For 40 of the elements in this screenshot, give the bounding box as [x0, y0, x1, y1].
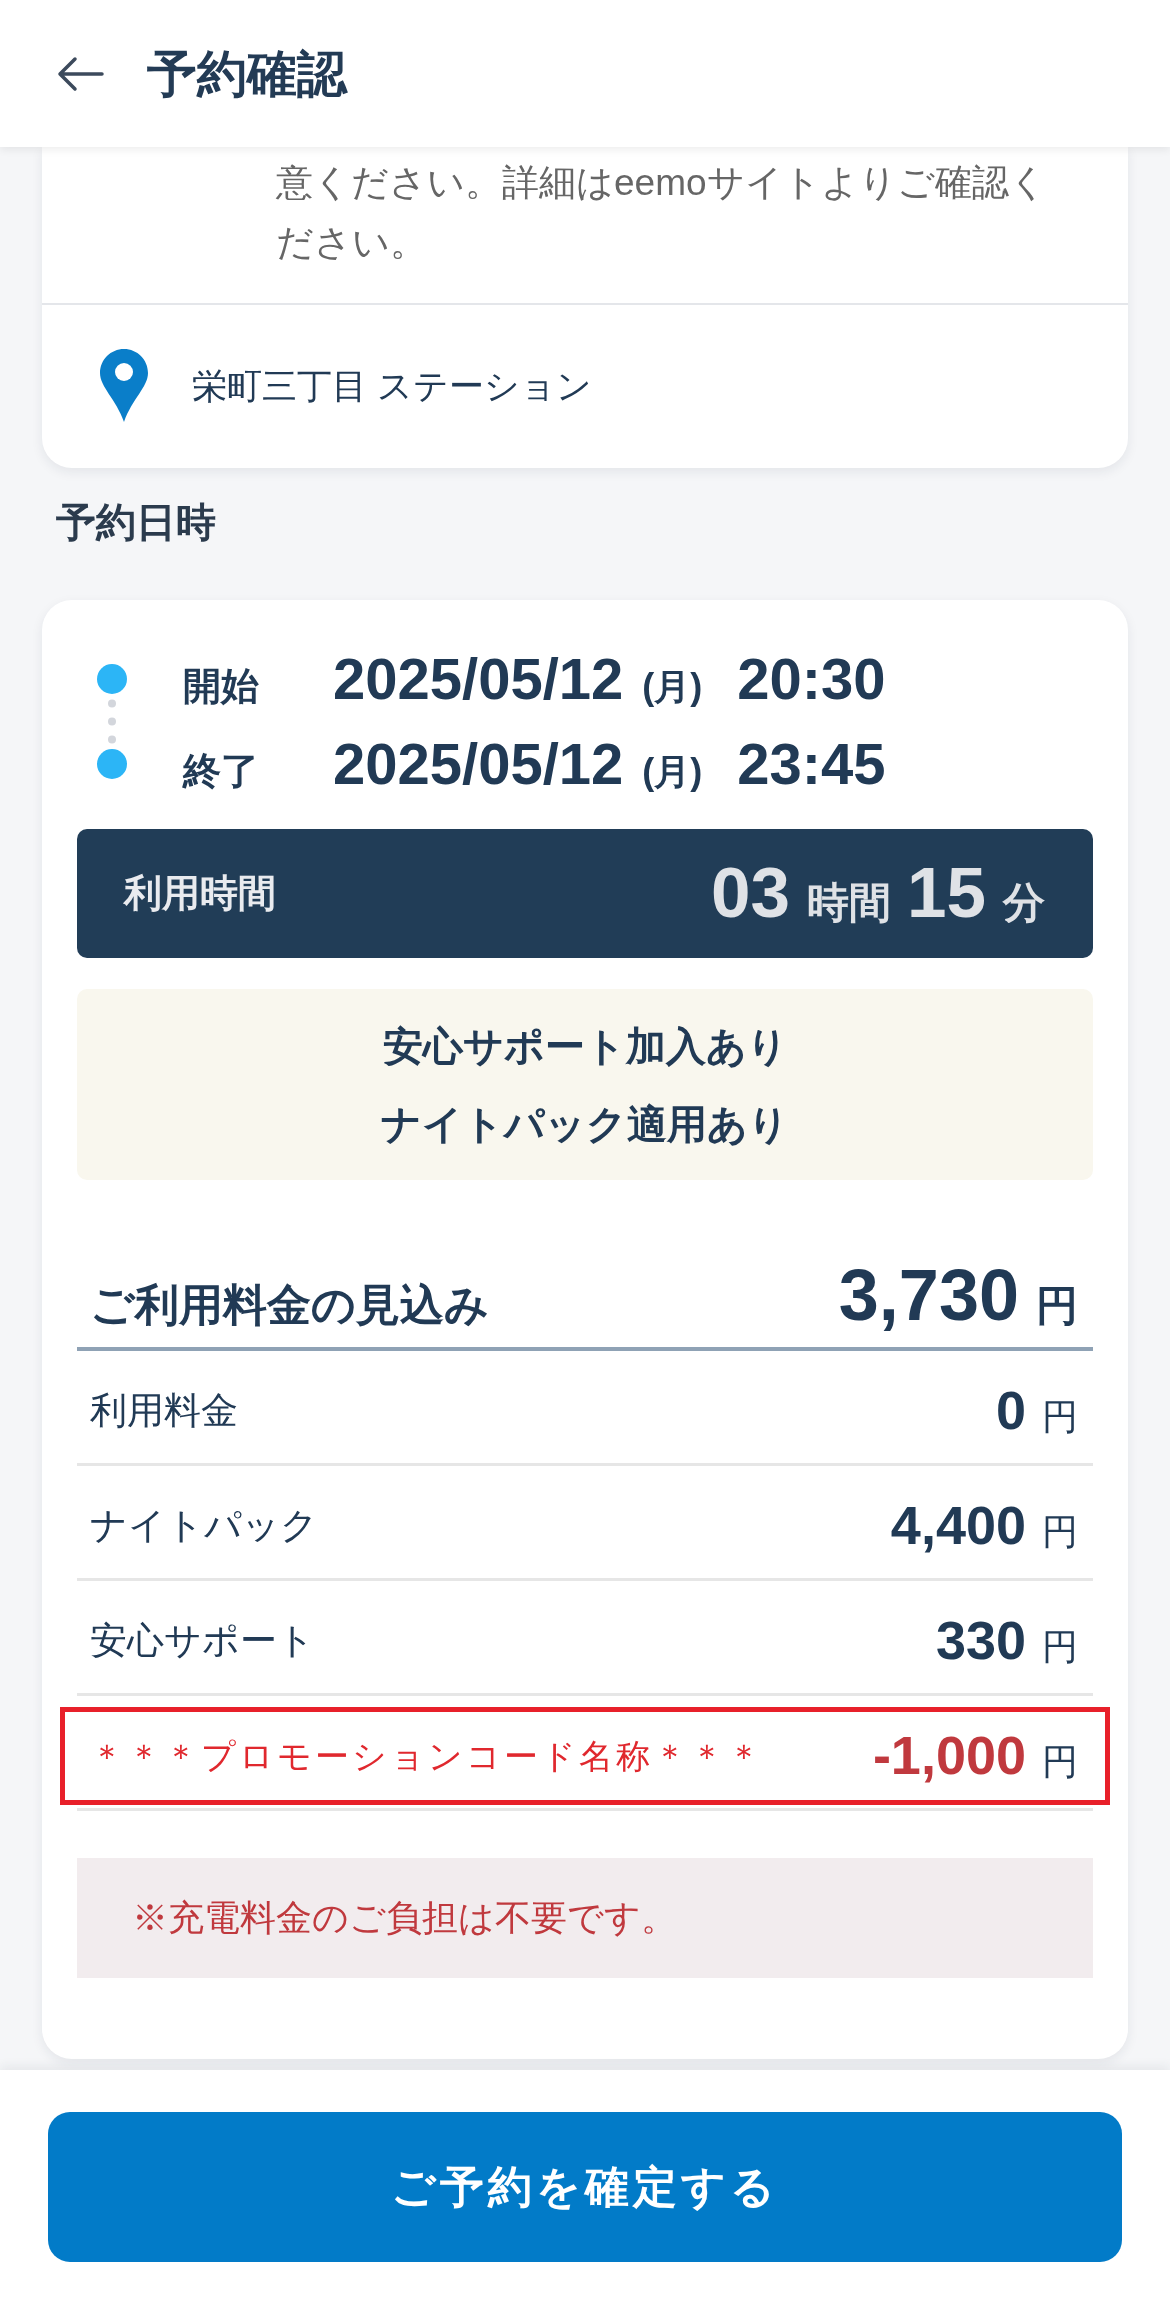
minutes-value: 15: [907, 854, 986, 933]
minutes-unit: 分: [1003, 880, 1045, 927]
duration-label: 利用時間: [124, 870, 276, 916]
time-text: 20:30: [737, 646, 886, 713]
currency-unit: 円: [1042, 1397, 1078, 1437]
currency-unit: 円: [1036, 1283, 1078, 1330]
hours-value: 03: [711, 854, 790, 933]
fee-label: ＊＊＊プロモーションコード名称＊＊＊: [90, 1735, 764, 1777]
currency-unit: 円: [1042, 1742, 1078, 1782]
fee-amount: -1,000: [872, 1726, 1026, 1786]
estimate-label: ご利用料金の見込み: [90, 1280, 489, 1331]
currency-unit: 円: [1042, 1627, 1078, 1667]
option-text: 安心サポート加入あり: [382, 1022, 788, 1070]
section-heading: 予約日時: [56, 499, 217, 546]
weekday-text: (月): [642, 751, 703, 793]
currency-unit: 円: [1042, 1512, 1078, 1552]
confirm-button[interactable]: ご予約を確定する: [48, 2112, 1122, 2262]
station-name: 栄町三丁目 ステーション: [192, 364, 592, 407]
note-text: 意ください。詳細はeemoサイトよりご確認ください。: [276, 161, 1048, 265]
timeline-dot-icon: [97, 749, 127, 779]
option-text: ナイトパック適用あり: [381, 1100, 789, 1148]
hours-unit: 時間: [807, 880, 891, 927]
date-text: 2025/05/12: [333, 646, 624, 713]
location-pin-icon: [100, 349, 148, 422]
fee-amount: 330: [935, 1611, 1026, 1671]
notice-text: ※充電料金のご負担は不要です。: [132, 1896, 677, 1940]
fee-label: ナイトパック: [90, 1503, 318, 1548]
date-text: 2025/05/12: [333, 731, 624, 798]
page-title: 予約確認: [147, 44, 347, 104]
time-label: 終了: [183, 750, 259, 794]
weekday-text: (月): [642, 666, 703, 708]
fee-label: 安心サポート: [90, 1618, 315, 1663]
estimate-amount: 3,730: [838, 1256, 1019, 1336]
fee-amount: 4,400: [890, 1496, 1026, 1556]
time-text: 23:45: [737, 731, 886, 798]
time-label: 開始: [183, 665, 259, 709]
fee-label: 利用料金: [90, 1388, 238, 1433]
back-arrow-icon[interactable]: [56, 55, 105, 92]
fee-amount: 0: [995, 1381, 1026, 1441]
timeline-dot-icon: [97, 664, 127, 694]
